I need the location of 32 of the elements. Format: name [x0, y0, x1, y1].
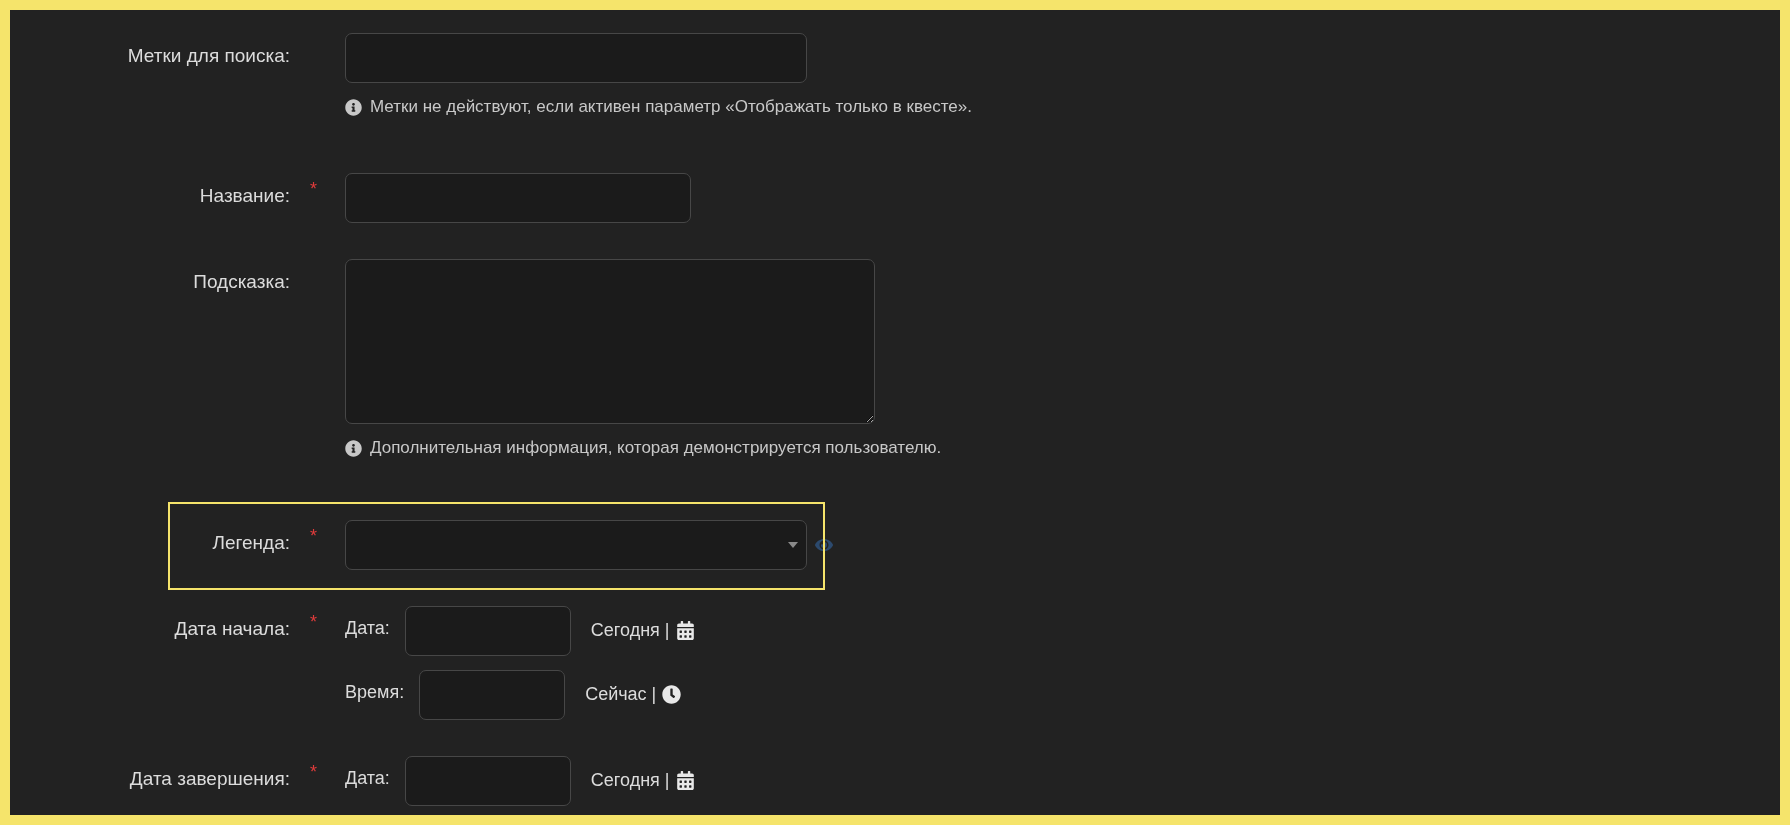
- calendar-icon: [675, 621, 695, 640]
- required-mark: *: [310, 611, 317, 634]
- hint-text: Дополнительная информация, которая демонстрируется пользователю.: [370, 438, 942, 458]
- today-link[interactable]: Сегодня |: [590, 756, 695, 791]
- calendar-icon: [675, 771, 695, 790]
- dropdown-select[interactable]: [345, 520, 807, 570]
- field-label: Легенда:: [212, 531, 290, 555]
- clock-icon: [662, 685, 682, 704]
- field-label: Дата начала:: [174, 617, 290, 641]
- today-link[interactable]: Сегодня |: [590, 606, 695, 641]
- hint-text: Метки не действуют, если активен параметр «Отображать только в квесте».: [370, 97, 972, 117]
- info-icon: [345, 439, 362, 457]
- textarea-field[interactable]: [345, 259, 875, 424]
- date-input[interactable]: [404, 756, 571, 806]
- required-mark: *: [310, 525, 317, 548]
- text-input[interactable]: [345, 33, 807, 83]
- now-link[interactable]: Сейчас |: [585, 670, 682, 705]
- field-label: Метки для поиска:: [127, 44, 290, 68]
- text-input[interactable]: [345, 173, 691, 223]
- sub-label: Время:: [345, 681, 405, 703]
- sub-label: Дата:: [345, 617, 390, 639]
- required-mark: *: [310, 761, 317, 784]
- info-icon: [345, 98, 362, 116]
- field-label: Дата завершения:: [129, 767, 290, 791]
- field-label: Название:: [199, 184, 290, 208]
- required-mark: *: [310, 178, 317, 201]
- sub-label: Дата:: [345, 767, 390, 789]
- date-input[interactable]: [404, 606, 571, 656]
- eye-icon[interactable]: [815, 536, 833, 554]
- time-input[interactable]: [419, 670, 566, 720]
- caret-icon: [788, 542, 798, 548]
- field-label: Подсказка:: [193, 270, 290, 294]
